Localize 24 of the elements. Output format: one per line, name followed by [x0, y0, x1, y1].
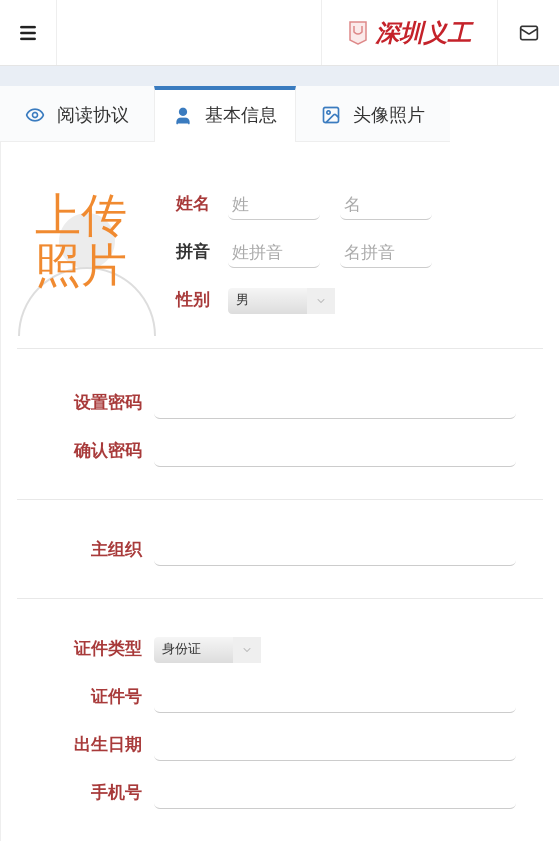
field-label: 手机号	[90, 782, 142, 806]
field-label: 姓名	[176, 193, 211, 216]
input-field[interactable]: 名	[340, 190, 432, 220]
image-icon	[321, 105, 341, 126]
field-label: 出生日期	[73, 734, 142, 758]
field-label: 性别	[176, 289, 211, 312]
field-label: 拼音	[176, 241, 211, 264]
field-label: 设置密码	[72, 392, 142, 416]
logo-text: 深圳义工	[376, 14, 472, 51]
shield-logo-icon	[348, 20, 368, 46]
field-label: 确认密码	[72, 440, 142, 464]
select-dropdown[interactable]: 男	[228, 288, 335, 314]
field-label: 主组织	[90, 539, 142, 562]
field-label: 证件号	[90, 686, 142, 710]
upload-photo-label: 上传照片	[35, 190, 128, 290]
mail-icon	[518, 22, 538, 43]
field-label: 证件类型	[72, 638, 142, 662]
input-field[interactable]: 姓	[228, 190, 320, 220]
tab[interactable]: 基本信息	[154, 86, 296, 142]
select-dropdown[interactable]: 身份证	[154, 637, 261, 664]
tab[interactable]: 阅读协议	[0, 86, 154, 142]
tab[interactable]: 头像照片	[296, 86, 450, 142]
input-field[interactable]: 姓拼音	[228, 238, 320, 268]
input-field[interactable]: 名拼音	[340, 238, 432, 268]
